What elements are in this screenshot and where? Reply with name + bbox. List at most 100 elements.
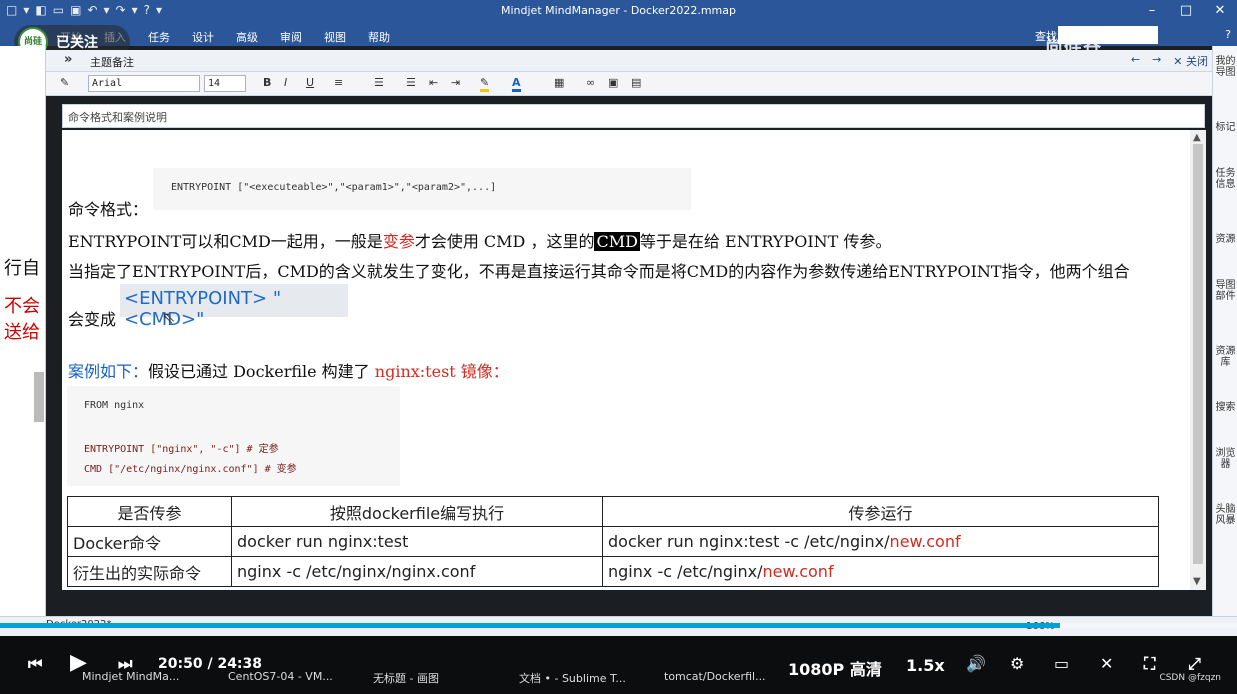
example-label: 案例如下：: [68, 362, 149, 381]
decrease-indent-icon[interactable]: ⇤: [429, 76, 438, 89]
content-scrollbar[interactable]: ▲ ▼: [1190, 130, 1206, 590]
sidebar-item-browser[interactable]: 浏览器: [1215, 448, 1236, 470]
example-image-name: nginx:test: [374, 362, 456, 381]
csdn-credit: CSDN @fzqzn: [1159, 673, 1221, 683]
example-suffix: 镜像：: [460, 362, 509, 381]
tab-review[interactable]: 审阅: [280, 29, 302, 45]
code-line: CMD ["/etc/nginx/nginx.conf"] # 变参: [84, 464, 297, 475]
map-canvas-edge: 行自 不会 送给: [0, 46, 46, 616]
notes-panel-header: » 主题备注 ← → ✕ 关闭: [46, 50, 1212, 72]
ribbon-help-icon[interactable]: ?: [1225, 28, 1231, 41]
close-notes-button[interactable]: ✕ 关闭: [1173, 53, 1208, 69]
map-scrollbar[interactable]: [34, 372, 44, 422]
highlight-color-icon[interactable]: ✎: [480, 76, 490, 92]
combined-command: <ENTRYPOINT> "<CMD>": [120, 284, 348, 330]
table-cell: nginx -c /etc/nginx/new.conf: [602, 556, 1159, 587]
video-progress-bar[interactable]: [0, 623, 1237, 628]
taskbar-app-mindjet[interactable]: Mindjet MindMa...: [82, 670, 179, 683]
italic-button[interactable]: I: [284, 76, 287, 89]
taskbar-app-chrome[interactable]: tomcat/Dockerfil...: [664, 670, 766, 683]
tab-help[interactable]: 帮助: [368, 29, 390, 45]
table-row: Docker命令 docker run nginx:test docker ru…: [67, 526, 1159, 557]
sidebar-item-markers[interactable]: 标记: [1215, 122, 1236, 133]
bold-button[interactable]: B: [263, 76, 271, 89]
cell-text: docker run nginx:test -c /etc/nginx/: [608, 532, 890, 551]
sidebar-item-resources[interactable]: 资源: [1215, 234, 1236, 245]
tab-design[interactable]: 设计: [192, 29, 214, 45]
taskbar-app-paint[interactable]: 无标题 - 画图: [373, 670, 439, 686]
taskbar-app-vmware[interactable]: CentOS7-04 - VM...: [228, 670, 333, 683]
sidebar-item-brainstorm[interactable]: 头脑风暴: [1215, 504, 1236, 526]
right-sidebar: 我的导图 标记 任务信息 资源 导图部件 资源库 搜索 浏览器 头脑风暴: [1212, 46, 1237, 616]
close-window-button[interactable]: ✕: [1203, 0, 1237, 24]
close-notes-label: 关闭: [1186, 55, 1208, 68]
minimize-button[interactable]: –: [1135, 0, 1169, 24]
table-header: 传参运行: [602, 496, 1159, 527]
paragraph-entrypoint-cmd: ENTRYPOINT可以和CMD一起用，一般是变参才会使用 CMD ，这里的 CM…: [68, 228, 891, 252]
table-cell: Docker命令: [67, 526, 232, 557]
next-arrow-icon[interactable]: →: [1152, 53, 1161, 69]
map-text-fragment: 送给: [4, 322, 40, 343]
paragraph-becomes: 会变成: [68, 310, 117, 329]
link-icon[interactable]: ∞: [586, 76, 595, 89]
cell-param-red: new.conf: [762, 562, 834, 581]
table-cell: docker run nginx:test -c /etc/nginx/new.…: [602, 526, 1159, 557]
table-cell: 衍生出的实际命令: [67, 556, 232, 587]
tab-view[interactable]: 视图: [324, 29, 346, 45]
prev-arrow-icon[interactable]: ←: [1131, 53, 1140, 69]
table-header: 是否传参: [67, 496, 232, 527]
sidebar-item-search[interactable]: 搜索: [1215, 402, 1236, 413]
table-cell: docker run nginx:test: [231, 526, 603, 557]
collapse-panel-icon[interactable]: »: [64, 52, 72, 67]
align-left-icon[interactable]: ≡: [334, 76, 343, 89]
example-text: 假设已通过 Dockerfile 构建了: [148, 362, 370, 381]
font-size-select[interactable]: 14: [204, 75, 246, 92]
format-code-block: ENTRYPOINT ["<executeable>","<param1>","…: [153, 168, 691, 210]
window-controls: – □ ✕: [1135, 0, 1237, 24]
scroll-up-icon[interactable]: ▲: [1193, 132, 1201, 143]
comparison-table: 是否传参 按照dockerfile编写执行 传参运行 Docker命令 dock…: [67, 496, 1159, 587]
note-content[interactable]: ENTRYPOINT ["<executeable>","<param1>","…: [62, 130, 1190, 590]
scroll-down-icon[interactable]: ▼: [1193, 576, 1201, 587]
para1-selected-cmd: CMD: [594, 232, 640, 251]
para1-text: 等于是在给 ENTRYPOINT 传参。: [639, 232, 892, 251]
window-title: Mindjet MindManager - Docker2022.mmap: [501, 4, 736, 17]
tab-task[interactable]: 任务: [148, 29, 170, 45]
format-painter-icon[interactable]: ✎: [60, 76, 69, 89]
sidebar-item-library[interactable]: 资源库: [1215, 346, 1236, 368]
example-heading: 案例如下：假设已通过 Dockerfile 构建了 nginx:test 镜像：: [68, 358, 509, 382]
table-row: 衍生出的实际命令 nginx -c /etc/nginx/nginx.conf …: [67, 556, 1159, 587]
font-color-icon[interactable]: A: [512, 76, 521, 92]
underline-button[interactable]: U: [306, 76, 314, 89]
scroll-thumb[interactable]: [1193, 144, 1203, 564]
followed-label: 已关注: [56, 35, 98, 51]
taskbar-app-sublime[interactable]: 文档 • - Sublime T...: [519, 670, 626, 686]
numbered-list-icon[interactable]: ☰: [374, 76, 384, 89]
sidebar-item-task-info[interactable]: 任务信息: [1215, 168, 1236, 190]
map-text-fragment: 行自: [4, 258, 40, 279]
table-header-row: 是否传参 按照dockerfile编写执行 传参运行: [67, 496, 1159, 527]
title-bar: □ ▾ ◧ ▭ ▣ ↶ ▾ ↷ ▾ ? ▾ Mindjet MindManage…: [0, 0, 1237, 24]
image-icon[interactable]: ▣: [608, 76, 618, 89]
mouse-cursor-icon: ⇖: [162, 308, 176, 327]
insert-object-icon[interactable]: ▤: [631, 76, 641, 89]
format-toolbar: ✎ Arial 14 B I U ≡ ☰ ☰ ⇤ ⇥ ✎ A ▦ ∞ ▣ ▤: [46, 72, 1212, 96]
tab-advanced[interactable]: 高级: [236, 29, 258, 45]
table-icon[interactable]: ▦: [554, 76, 564, 89]
notes-panel-title: 主题备注: [90, 56, 134, 69]
maximize-button[interactable]: □: [1169, 0, 1203, 24]
sidebar-item-map-parts[interactable]: 导图部件: [1215, 280, 1236, 302]
bullet-list-icon[interactable]: ☰: [406, 76, 416, 89]
map-text-fragment: 不会: [4, 296, 40, 317]
video-progress-fill: [0, 623, 1061, 628]
table-header: 按照dockerfile编写执行: [231, 496, 603, 527]
cell-param-red: new.conf: [889, 532, 961, 551]
code-line: FROM nginx: [84, 400, 145, 411]
table-cell: nginx -c /etc/nginx/nginx.conf: [231, 556, 603, 587]
code-line: ENTRYPOINT ["nginx", "-c"] # 定参: [84, 444, 279, 455]
note-subject[interactable]: 命令格式和案例说明: [62, 104, 1205, 128]
increase-indent-icon[interactable]: ⇥: [451, 76, 460, 89]
sidebar-item-my-maps[interactable]: 我的导图: [1215, 56, 1236, 78]
font-select[interactable]: Arial: [88, 75, 200, 92]
para1-text: 才会使用 CMD ，这里的: [414, 232, 595, 251]
